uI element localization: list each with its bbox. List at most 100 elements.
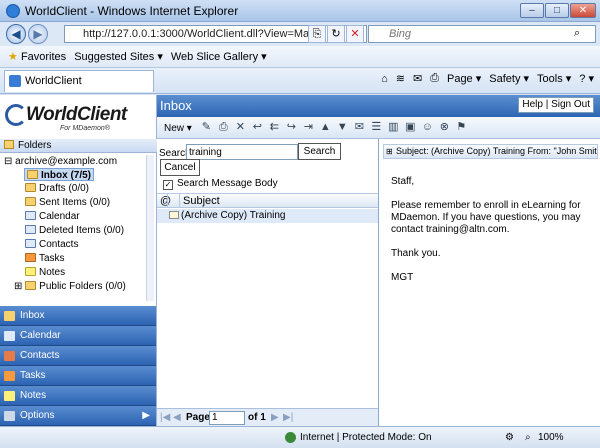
message-list-pane: Search Search Cancel ✓Search Message Bod… — [157, 139, 379, 426]
page-label: Page — [186, 412, 210, 423]
message-column-header: @ Subject — [157, 193, 378, 208]
options-nav-icon — [4, 411, 15, 421]
folder-contacts[interactable]: Contacts — [25, 238, 78, 251]
folders-icon — [4, 140, 14, 149]
minimize-button[interactable]: – — [520, 3, 544, 18]
stop-icon[interactable]: ✕ — [346, 25, 364, 43]
tools-menu[interactable]: Tools ▾ — [537, 72, 571, 85]
sidebar-scrollbar[interactable] — [146, 155, 154, 301]
window-titlebar: WorldClient - Windows Internet Explorer … — [0, 0, 600, 22]
junk-icon[interactable]: ⊗ — [437, 120, 452, 135]
favorites-button[interactable]: ★ Favorites — [8, 50, 66, 63]
previous-message-icon[interactable]: ▲ — [318, 120, 333, 135]
thanks: Thank you. — [391, 248, 441, 259]
attachment-column[interactable]: @ — [160, 194, 171, 208]
feeds-icon[interactable]: ≋ — [396, 72, 405, 85]
read-envelope-icon — [169, 211, 179, 219]
page-number-input[interactable]: 1 — [209, 411, 245, 425]
search-icon[interactable]: ⌕ — [574, 27, 580, 40]
suggested-sites-link[interactable]: Suggested Sites ▾ — [74, 50, 163, 63]
mail-icon[interactable]: ✉ — [413, 72, 422, 85]
search-button[interactable]: Search — [298, 143, 341, 160]
search-body-checkbox[interactable]: ✓ — [163, 180, 173, 190]
star-icon: ★ — [8, 51, 18, 63]
layout-icon[interactable]: ▥ — [386, 120, 401, 135]
tab-worldclient[interactable]: WorldClient — [4, 70, 154, 92]
pager: |◀ ◀ Page 1 of 1 ▶ ▶| — [157, 408, 378, 426]
nav-notes[interactable]: Notes — [0, 386, 156, 406]
delete-icon[interactable]: ✕ — [233, 120, 248, 135]
tasks-icon — [25, 253, 36, 262]
worldclient-logo: WorldClient For MDaemon® — [0, 95, 157, 139]
folder-sent[interactable]: Sent Items (0/0) — [25, 196, 110, 209]
maximize-button[interactable]: □ — [545, 3, 569, 18]
move-icon[interactable]: ⇥ — [301, 120, 316, 135]
nav-options[interactable]: Options ▶ — [0, 406, 156, 426]
folder-calendar[interactable]: Calendar — [25, 210, 80, 223]
last-page-icon[interactable]: ▶| — [283, 409, 293, 426]
help-signout-links[interactable]: Help | Sign Out — [518, 97, 594, 113]
print-icon[interactable]: ⎙ — [430, 72, 439, 85]
account-node[interactable]: ⊟ archive@example.com — [4, 155, 117, 168]
web-slice-gallery-link[interactable]: Web Slice Gallery ▾ — [171, 50, 267, 63]
folder-public[interactable]: ⊞ Public Folders (0/0) — [14, 280, 126, 293]
first-page-icon[interactable]: |◀ — [160, 409, 170, 426]
forward-icon[interactable]: ↪ — [284, 120, 299, 135]
nav-tasks[interactable]: Tasks — [0, 366, 156, 386]
favorites-bar: ★ Favorites Suggested Sites ▾ Web Slice … — [0, 46, 600, 68]
calendar-icon — [25, 211, 36, 220]
refresh-icon[interactable]: ↻ — [327, 25, 345, 43]
worldclient-app: WorldClient For MDaemon® Inbox Help | Si… — [0, 95, 600, 426]
sent-icon — [25, 197, 36, 206]
forward-button[interactable]: ▶ — [28, 24, 48, 44]
mail-toolbar: New ▾ ✎ ⎙ ✕ ↩ ⇇ ↪ ⇥ ▲ ▼ ✉ ☰ ▥ ▣ ☺ ⊗ ⚑ — [157, 117, 600, 139]
public-folders-icon — [25, 281, 37, 290]
home-icon[interactable]: ⌂ — [381, 73, 388, 85]
prev-page-icon[interactable]: ◀ — [173, 409, 181, 426]
preview-header: ⊞ Subject: (Archive Copy) Training From:… — [383, 144, 598, 159]
compat-view-icon[interactable]: ⎘ — [308, 25, 326, 43]
search-body-option[interactable]: ✓ Search Message Body — [163, 178, 278, 190]
back-button[interactable]: ◀ — [6, 24, 26, 44]
page-menu[interactable]: Page ▾ — [447, 72, 481, 85]
reply-icon[interactable]: ↩ — [250, 120, 265, 135]
edit-icon[interactable]: ✎ — [199, 120, 214, 135]
subject-column[interactable]: Subject — [183, 194, 220, 208]
folder-drafts[interactable]: Drafts (0/0) — [25, 182, 89, 195]
nav-calendar[interactable]: Calendar — [0, 326, 156, 346]
new-message-button[interactable]: New ▾ — [159, 120, 197, 136]
print-message-icon[interactable]: ⎙ — [216, 120, 231, 135]
nav-contacts[interactable]: Contacts — [0, 346, 156, 366]
view-source-icon[interactable]: ☰ — [369, 120, 384, 135]
folder-deleted[interactable]: Deleted Items (0/0) — [25, 224, 124, 237]
security-zone[interactable]: Internet | Protected Mode: On — [300, 427, 432, 448]
reply-all-icon[interactable]: ⇇ — [267, 120, 282, 135]
message-row[interactable]: (Archive Copy) Training — [157, 209, 378, 223]
folder-inbox[interactable]: Inbox (7/5) — [24, 168, 95, 181]
zoom-icon: ⌕ — [525, 432, 531, 443]
help-menu[interactable]: ? ▾ — [579, 72, 594, 85]
inbox-nav-icon — [4, 311, 15, 321]
folder-tasks[interactable]: Tasks — [25, 252, 65, 265]
search-box[interactable]: Bing — [368, 25, 596, 43]
expand-header-icon[interactable]: ⊞ — [386, 145, 393, 158]
add-contact-icon[interactable]: ☺ — [420, 120, 435, 135]
mark-read-icon[interactable]: ✉ — [352, 120, 367, 135]
next-message-icon[interactable]: ▼ — [335, 120, 350, 135]
expand-arrow-icon: ▶ — [142, 410, 150, 421]
window-title: WorldClient - Windows Internet Explorer — [25, 3, 239, 18]
page-count: of 1 — [248, 412, 266, 423]
cancel-button[interactable]: Cancel — [160, 159, 200, 176]
safety-menu[interactable]: Safety ▾ — [489, 72, 529, 85]
nav-inbox[interactable]: Inbox — [0, 306, 156, 326]
save-icon[interactable]: ▣ — [403, 120, 418, 135]
protected-mode-icon: ⚙ — [505, 432, 514, 443]
inbox-icon — [27, 170, 38, 179]
zoom-level[interactable]: 100% — [538, 427, 564, 448]
next-page-icon[interactable]: ▶ — [271, 409, 279, 426]
close-window-button[interactable]: ✕ — [570, 3, 596, 18]
flag-icon[interactable]: ⚑ — [454, 120, 469, 135]
folder-notes[interactable]: Notes — [25, 266, 65, 279]
search-input[interactable] — [186, 144, 298, 160]
drafts-icon — [25, 183, 36, 192]
